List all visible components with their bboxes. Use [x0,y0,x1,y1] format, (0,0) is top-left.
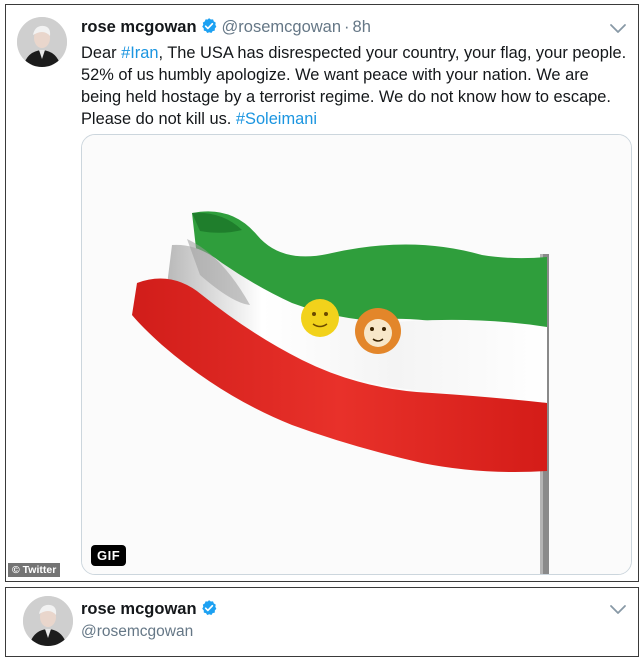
hashtag-link-soleimani[interactable]: #Soleimani [236,110,317,128]
avatar[interactable] [23,596,73,646]
chevron-down-icon[interactable] [608,603,628,617]
tweet-card[interactable]: rose mcgowan @rosemcgowan · 8h Dear #Iran, … [5,4,639,582]
author-name[interactable]: rose mcgowan [81,18,197,36]
author-handle[interactable]: @rosemcgowan [81,623,193,641]
chevron-down-icon[interactable] [608,22,628,36]
gif-badge: GIF [91,545,127,566]
avatar-image [17,17,67,67]
twitter-watermark: © Twitter [8,563,61,577]
tweet-text-part: Dear [81,44,122,62]
tweet-card-second[interactable]: rose mcgowan @rosemcgowan [5,587,639,657]
verified-badge-icon [200,599,218,622]
author-name-row: rose mcgowan [81,599,218,622]
author-handle[interactable]: @rosemcgowan [222,18,341,36]
waving-flag-image [82,135,631,574]
separator: · [344,18,350,36]
hashtag-link-iran[interactable]: #Iran [121,44,158,62]
tweet-timestamp[interactable]: 8h [353,18,371,36]
avatar[interactable] [17,17,67,67]
verified-badge-icon [200,17,218,41]
tweet-header: rose mcgowan @rosemcgowan · 8h [81,16,371,41]
gif-media[interactable]: GIF [81,134,632,575]
tweet-text: Dear #Iran, The USA has disrespected you… [81,42,633,130]
avatar-image [23,596,73,646]
author-name[interactable]: rose mcgowan [81,600,197,618]
tweet-text-part: , The USA has disrespected your country,… [81,44,627,128]
